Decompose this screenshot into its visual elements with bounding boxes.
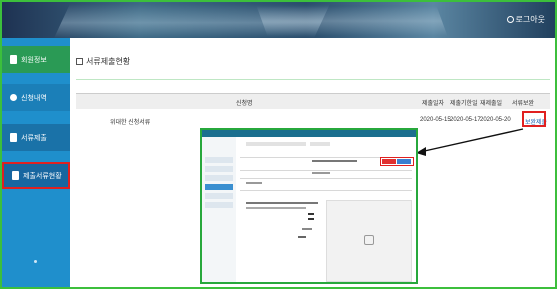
highlight-box — [522, 111, 546, 127]
logout-label: 로그아웃 — [515, 15, 545, 24]
logout-link[interactable]: 로그아웃 — [506, 14, 545, 25]
inset-text — [298, 236, 306, 238]
inset-text — [312, 172, 330, 174]
column-header: 신청명 — [236, 101, 253, 107]
table-row: 위대한 신청서류 2020-05-15 2020-05-17 2020-05-2… — [76, 113, 550, 127]
inset-divider — [240, 170, 412, 171]
table-cell: 2020-05-15 — [420, 117, 451, 123]
inset-header — [202, 130, 416, 137]
user-icon — [506, 16, 514, 23]
page-title: 서류제출현황 — [76, 56, 130, 67]
list-icon — [12, 171, 19, 180]
column-header: 재제출일 — [480, 101, 503, 107]
sidebar-item-applications[interactable]: 신청내역 — [2, 84, 70, 111]
inset-text — [308, 213, 314, 215]
inset-title — [312, 160, 357, 162]
sidebar-item-document-status[interactable]: 제출서류현황 — [2, 162, 70, 189]
inset-filter — [246, 142, 306, 146]
banner-decoration-2 — [256, 6, 448, 36]
title-icon — [76, 58, 83, 65]
sidebar-item-label: 서류제출 — [21, 134, 47, 142]
inset-text — [302, 228, 312, 230]
table-header: 신청명 제출일자 제출기한일 재제출일 서류보완 — [76, 93, 550, 109]
info-icon — [10, 94, 17, 101]
table-cell: 위대한 신청서류 — [110, 120, 151, 126]
inset-text — [246, 202, 318, 204]
inset-divider — [240, 178, 412, 179]
sidebar-item-member-info[interactable]: 회원정보 — [2, 46, 70, 73]
inset-sidebar-item — [205, 193, 233, 199]
column-header: 서류보완 — [512, 101, 535, 107]
sidebar-item-label: 회원정보 — [21, 56, 47, 64]
sidebar-item-label: 제출서류현황 — [23, 172, 62, 180]
column-header: 제출기한일 — [450, 101, 478, 107]
inset-sidebar — [202, 137, 236, 282]
page-title-text: 서류제출현황 — [86, 57, 131, 66]
upload-icon — [364, 235, 374, 245]
header-banner: 로그아웃 — [2, 2, 555, 38]
person-icon — [10, 55, 17, 64]
sidebar-decoration — [34, 260, 37, 263]
inset-text — [246, 182, 262, 184]
inset-text — [308, 218, 314, 220]
inset-text — [246, 207, 306, 209]
inset-screenshot — [200, 128, 418, 284]
table-cell: 2020-05-20 — [480, 117, 511, 123]
sidebar-item-submit-documents[interactable]: 서류제출 — [2, 124, 70, 151]
inset-sidebar-item — [205, 202, 233, 208]
inset-sidebar-item — [205, 184, 233, 190]
inset-button-blue — [397, 159, 411, 164]
sidebar: 회원정보 신청내역 서류제출 제출서류현황 — [2, 38, 70, 287]
inset-filter — [310, 142, 330, 146]
sidebar-item-label: 신청내역 — [21, 94, 47, 102]
column-header: 제출일자 — [422, 101, 445, 107]
table-cell: 2020-05-17 — [450, 117, 481, 123]
inset-divider — [240, 190, 412, 191]
document-icon — [10, 133, 17, 142]
inset-sidebar-item — [205, 157, 233, 163]
inset-preview-panel — [326, 200, 412, 282]
inset-sidebar-item — [205, 166, 233, 172]
inset-button-red — [382, 159, 396, 164]
title-divider — [76, 79, 550, 80]
inset-sidebar-item — [205, 175, 233, 181]
